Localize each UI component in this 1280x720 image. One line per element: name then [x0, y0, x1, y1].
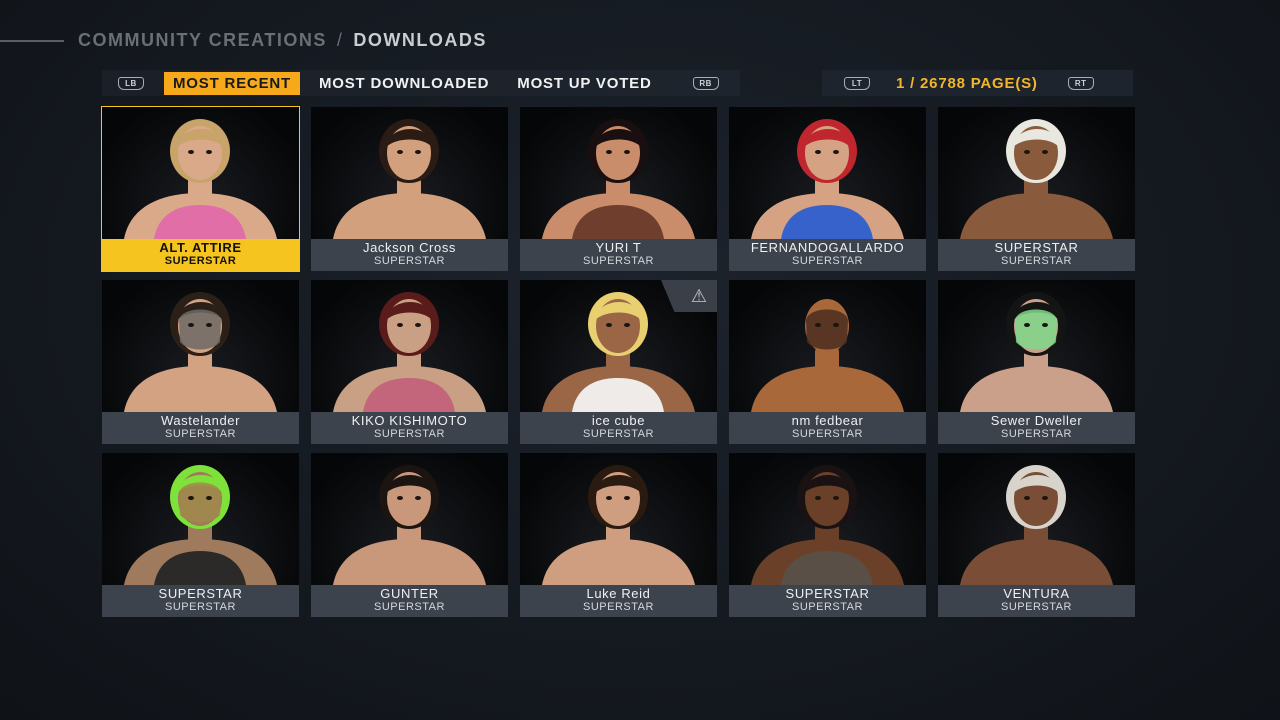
creations-grid: ALT. ATTIRE SUPERSTAR Jackson Cross SUPERST… — [101, 106, 1135, 617]
creation-card[interactable]: SUPERSTAR SUPERSTAR — [729, 453, 926, 617]
superstar-portrait — [311, 280, 508, 412]
creation-type: SUPERSTAR — [1001, 601, 1072, 613]
creation-card[interactable]: YURI T SUPERSTAR — [520, 107, 717, 271]
creation-card[interactable]: SUPERSTAR SUPERSTAR — [938, 107, 1135, 271]
warning-icon: ⚠ — [690, 286, 707, 306]
superstar-portrait — [102, 453, 299, 585]
creation-type: SUPERSTAR — [792, 601, 863, 613]
breadcrumb: COMMUNITY CREATIONS / DOWNLOADS — [78, 30, 487, 51]
sort-tab-bar: LB MOST RECENT MOST DOWNLOADED MOST UP V… — [102, 70, 740, 96]
creation-name: SUPERSTAR — [785, 587, 870, 601]
creation-type: SUPERSTAR — [164, 255, 237, 267]
creation-type: SUPERSTAR — [374, 255, 445, 267]
creation-type: SUPERSTAR — [792, 428, 863, 440]
superstar-portrait — [729, 107, 926, 239]
tab-most-recent[interactable]: MOST RECENT — [164, 71, 300, 95]
creation-card[interactable]: GUNTER SUPERSTAR — [311, 453, 508, 617]
breadcrumb-divider — [0, 40, 64, 42]
card-label: GUNTER SUPERSTAR — [311, 585, 508, 617]
breadcrumb-separator: / — [336, 30, 344, 50]
rt-button-icon[interactable]: RT — [1067, 76, 1094, 90]
creation-type: SUPERSTAR — [374, 601, 445, 613]
card-label: Wastelander SUPERSTAR — [102, 412, 299, 444]
creation-card[interactable]: ⚠ ice cube SUPERSTAR — [520, 280, 717, 444]
downloads-screen: COMMUNITY CREATIONS / DOWNLOADS LB MOST … — [0, 0, 1280, 720]
creation-type: SUPERSTAR — [583, 428, 654, 440]
creation-name: FERNANDOGALLARDO — [750, 241, 905, 255]
card-label: Luke Reid SUPERSTAR — [520, 585, 717, 617]
creation-card[interactable]: VENTURA SUPERSTAR — [938, 453, 1135, 617]
superstar-portrait — [311, 453, 508, 585]
card-label: SUPERSTAR SUPERSTAR — [938, 239, 1135, 271]
superstar-portrait — [520, 107, 717, 239]
creation-card[interactable]: nm fedbear SUPERSTAR — [729, 280, 926, 444]
creation-name: GUNTER — [380, 587, 439, 601]
creation-name: SUPERSTAR — [158, 587, 243, 601]
creation-type: SUPERSTAR — [583, 601, 654, 613]
creation-type: SUPERSTAR — [1001, 255, 1072, 267]
lb-button-icon[interactable]: LB — [118, 76, 144, 90]
breadcrumb-parent[interactable]: COMMUNITY CREATIONS — [78, 30, 327, 51]
creation-type: SUPERSTAR — [374, 428, 445, 440]
card-label: ALT. ATTIRE SUPERSTAR — [102, 239, 299, 271]
card-label: VENTURA SUPERSTAR — [938, 585, 1135, 617]
creation-type: SUPERSTAR — [165, 428, 236, 440]
tab-most-downloaded[interactable]: MOST DOWNLOADED — [310, 72, 498, 95]
creation-card[interactable]: SUPERSTAR SUPERSTAR — [102, 453, 299, 617]
superstar-portrait — [938, 280, 1135, 412]
card-label: Jackson Cross SUPERSTAR — [311, 239, 508, 271]
card-label: Sewer Dweller SUPERSTAR — [938, 412, 1135, 444]
superstar-portrait — [102, 107, 299, 239]
breadcrumb-current: DOWNLOADS — [353, 30, 487, 50]
card-label: FERNANDOGALLARDO SUPERSTAR — [729, 239, 926, 271]
lt-button-icon[interactable]: LT — [844, 76, 870, 90]
page-indicator: 1 / 26788 PAGE(S) — [896, 74, 1038, 92]
card-label: nm fedbear SUPERSTAR — [729, 412, 926, 444]
creation-card[interactable]: Luke Reid SUPERSTAR — [520, 453, 717, 617]
creation-name: Sewer Dweller — [990, 414, 1083, 428]
pager: LT 1 / 26788 PAGE(S) RT — [822, 70, 1133, 96]
creation-card[interactable]: KIKO KISHIMOTO SUPERSTAR — [311, 280, 508, 444]
creation-name: Jackson Cross — [362, 241, 457, 255]
superstar-portrait — [729, 280, 926, 412]
creation-card[interactable]: Sewer Dweller SUPERSTAR — [938, 280, 1135, 444]
rb-button-icon[interactable]: RB — [692, 76, 719, 90]
creation-card[interactable]: Wastelander SUPERSTAR — [102, 280, 299, 444]
superstar-portrait — [520, 453, 717, 585]
tab-most-up-voted[interactable]: MOST UP VOTED — [508, 72, 660, 95]
creation-type: SUPERSTAR — [165, 601, 236, 613]
creation-name: nm fedbear — [791, 414, 864, 428]
creation-card[interactable]: FERNANDOGALLARDO SUPERSTAR — [729, 107, 926, 271]
card-label: SUPERSTAR SUPERSTAR — [102, 585, 299, 617]
superstar-portrait — [729, 453, 926, 585]
card-label: SUPERSTAR SUPERSTAR — [729, 585, 926, 617]
superstar-portrait — [102, 280, 299, 412]
superstar-portrait — [311, 107, 508, 239]
creation-name: Luke Reid — [586, 587, 651, 601]
creation-name: ALT. ATTIRE — [159, 241, 242, 255]
creation-card[interactable]: ALT. ATTIRE SUPERSTAR — [101, 106, 300, 272]
creation-card[interactable]: Jackson Cross SUPERSTAR — [311, 107, 508, 271]
creation-type: SUPERSTAR — [1001, 428, 1072, 440]
creation-name: YURI T — [595, 241, 642, 255]
creation-type: SUPERSTAR — [583, 255, 654, 267]
creation-name: SUPERSTAR — [994, 241, 1079, 255]
card-label: ice cube SUPERSTAR — [520, 412, 717, 444]
card-label: KIKO KISHIMOTO SUPERSTAR — [311, 412, 508, 444]
creation-type: SUPERSTAR — [792, 255, 863, 267]
creation-name: Wastelander — [160, 414, 241, 428]
superstar-portrait — [938, 453, 1135, 585]
creation-name: KIKO KISHIMOTO — [351, 414, 468, 428]
creation-name: ice cube — [591, 414, 646, 428]
superstar-portrait — [938, 107, 1135, 239]
card-label: YURI T SUPERSTAR — [520, 239, 717, 271]
creation-name: VENTURA — [1003, 587, 1070, 601]
